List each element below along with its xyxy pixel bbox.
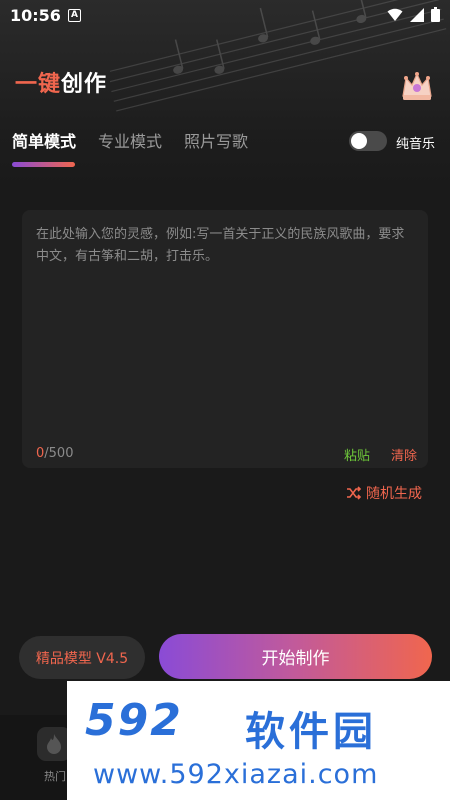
status-bar: 10:56 A	[0, 0, 450, 32]
paste-button[interactable]: 粘贴	[344, 445, 370, 464]
tab-pro-mode[interactable]: 专业模式	[98, 128, 162, 152]
random-generate-label: 随机生成	[366, 486, 422, 502]
nav-item-hot-label: 热门	[44, 770, 66, 783]
model-select-button[interactable]: 精品模型 V4.5	[19, 636, 145, 679]
status-time: 10:56	[10, 6, 61, 25]
nav-item-hot[interactable]	[37, 727, 71, 761]
watermark-brand-name: 软件园	[245, 709, 377, 755]
char-count-max: /500	[44, 446, 74, 461]
watermark-brand-number: 592	[85, 695, 183, 746]
start-create-button[interactable]: 开始制作	[159, 634, 432, 679]
fire-icon	[47, 734, 61, 754]
crown-icon[interactable]	[400, 70, 434, 102]
status-icons	[387, 7, 440, 22]
random-generate-button[interactable]: 随机生成	[346, 483, 422, 503]
page-title-accent: 一键	[15, 72, 62, 97]
notification-a-icon: A	[68, 9, 81, 22]
char-counter: 0/500	[36, 446, 73, 461]
signal-icon	[410, 7, 424, 22]
pure-music-toggle[interactable]	[349, 131, 387, 151]
active-tab-indicator	[12, 162, 75, 167]
wifi-icon	[387, 8, 403, 21]
toggle-knob	[351, 133, 367, 149]
clear-button[interactable]: 清除	[391, 445, 417, 464]
page-title-rest: 创作	[61, 72, 108, 97]
page-title: 一键创作	[15, 66, 107, 98]
prompt-placeholder: 在此处输入您的灵感，例如:写一首关于正义的民族风歌曲，要求中文，有古筝和二胡，打…	[36, 227, 405, 264]
battery-icon	[431, 7, 440, 22]
watermark-overlay: 592 软件园 www.592xiazai.com	[67, 681, 450, 800]
pure-music-label: 纯音乐	[396, 137, 436, 152]
tab-photo-song[interactable]: 照片写歌	[184, 128, 248, 152]
watermark-url: www.592xiazai.com	[93, 759, 379, 790]
tab-simple-mode[interactable]: 简单模式	[12, 128, 76, 152]
shuffle-icon	[347, 486, 362, 500]
prompt-input[interactable]: 在此处输入您的灵感，例如:写一首关于正义的民族风歌曲，要求中文，有古筝和二胡，打…	[22, 210, 428, 468]
